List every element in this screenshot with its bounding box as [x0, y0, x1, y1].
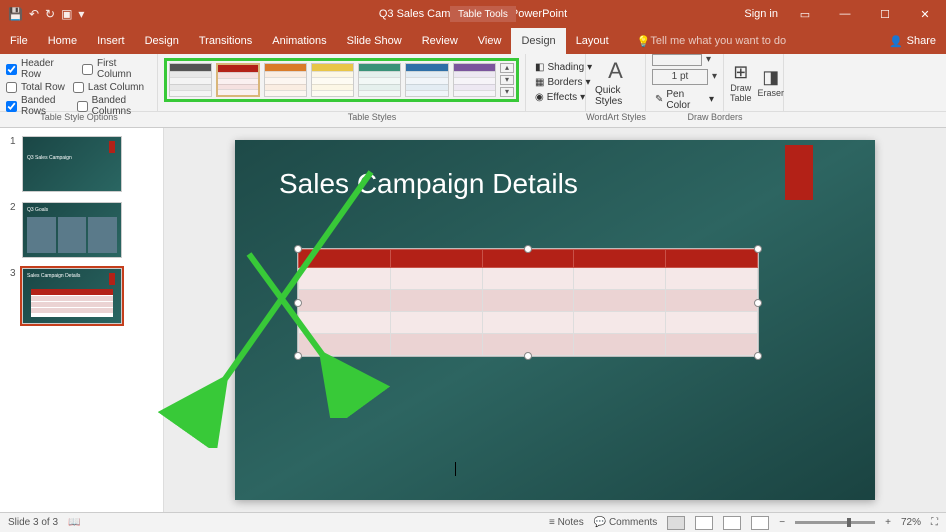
ribbon: Header Row First Column Total Row Last C…: [0, 54, 946, 112]
table-object[interactable]: [297, 248, 759, 357]
opt-first-column[interactable]: First Column: [82, 58, 151, 80]
table-style-swatch[interactable]: [216, 63, 259, 97]
slide-editor[interactable]: Sales Campaign Details: [164, 128, 946, 512]
tab-file[interactable]: File: [0, 28, 38, 54]
quick-access-toolbar: 💾 ↶ ↻ ▣ ▾: [0, 7, 84, 21]
notes-button[interactable]: ≡ Notes: [549, 517, 584, 528]
tab-table-layout[interactable]: Layout: [566, 28, 619, 54]
table-style-swatch[interactable]: [358, 63, 401, 97]
opt-last-column[interactable]: Last Column: [73, 82, 144, 93]
title-bar: 💾 ↶ ↻ ▣ ▾ Q3 Sales Campaign.pptx - Power…: [0, 0, 946, 28]
start-slideshow-icon[interactable]: ▣: [61, 7, 72, 21]
table-styles-gallery: ▴ ▾ ▾: [164, 58, 519, 102]
gallery-up-icon[interactable]: ▴: [500, 63, 514, 73]
slide-title-text[interactable]: Sales Campaign Details: [279, 168, 578, 200]
zoom-out-icon[interactable]: −: [779, 517, 785, 528]
ribbon-tabs: File Home Insert Design Transitions Anim…: [0, 28, 946, 54]
table-style-swatch[interactable]: [264, 63, 307, 97]
thumbnail-slide-1[interactable]: Q3 Sales Campaign: [22, 136, 122, 192]
borders-button[interactable]: ▦ Borders ▾: [532, 76, 579, 89]
fit-to-window-icon[interactable]: ⛶: [931, 517, 938, 528]
tell-me-search[interactable]: 💡 Tell me what you want to do: [627, 28, 796, 54]
group-label-wordart: WordArt Styles: [586, 112, 646, 127]
group-label-styles: Table Styles: [158, 112, 586, 127]
qat-more-icon[interactable]: ▾: [78, 7, 84, 21]
eraser-button[interactable]: ◨Eraser: [758, 67, 785, 98]
wordart-preview[interactable]: A: [608, 58, 623, 84]
current-slide[interactable]: Sales Campaign Details: [235, 140, 875, 500]
table-style-swatch[interactable]: [169, 63, 212, 97]
maximize-icon[interactable]: ☐: [872, 0, 898, 28]
status-bar: Slide 3 of 3 📖 ≡ Notes 💬 Comments − + 72…: [0, 512, 946, 532]
gallery-more-icon[interactable]: ▾: [500, 87, 514, 97]
tab-insert[interactable]: Insert: [87, 28, 135, 54]
ribbon-display-icon[interactable]: ▭: [792, 0, 818, 28]
opt-total-row[interactable]: Total Row: [6, 82, 65, 93]
spellcheck-icon[interactable]: 📖: [68, 517, 80, 528]
thumbnail-slide-3[interactable]: Sales Campaign Details: [22, 268, 122, 324]
share-button[interactable]: 👤 Share: [889, 35, 936, 48]
table-style-swatch[interactable]: [311, 63, 354, 97]
draw-table-button[interactable]: ⊞Draw Table: [730, 62, 752, 103]
gallery-down-icon[interactable]: ▾: [500, 75, 514, 85]
opt-banded-columns[interactable]: Banded Columns: [77, 95, 151, 117]
close-icon[interactable]: ✕: [912, 0, 938, 28]
slide-thumbnails-panel[interactable]: 1 Q3 Sales Campaign 2 Q3 Goals 3 Sales C…: [0, 128, 164, 512]
table-style-swatch[interactable]: [405, 63, 448, 97]
sorter-view-icon[interactable]: [695, 516, 713, 530]
minimize-icon[interactable]: —: [832, 0, 858, 28]
text-cursor: [455, 462, 456, 476]
opt-header-row[interactable]: Header Row: [6, 58, 74, 80]
tab-table-design[interactable]: Design: [511, 28, 565, 54]
thumbnail-slide-2[interactable]: Q3 Goals: [22, 202, 122, 258]
contextual-tab-label: Table Tools: [450, 6, 516, 22]
pen-color-button[interactable]: ✎ Pen Color ▾: [652, 88, 717, 112]
zoom-level[interactable]: 72%: [901, 517, 921, 528]
slideshow-view-icon[interactable]: [751, 516, 769, 530]
accent-shape[interactable]: [785, 145, 813, 200]
shading-button[interactable]: ◧ Shading ▾: [532, 61, 579, 74]
tab-transitions[interactable]: Transitions: [189, 28, 262, 54]
tab-animations[interactable]: Animations: [262, 28, 336, 54]
opt-banded-rows[interactable]: Banded Rows: [6, 95, 69, 117]
undo-icon[interactable]: ↶: [29, 7, 39, 21]
tab-review[interactable]: Review: [412, 28, 468, 54]
normal-view-icon[interactable]: [667, 516, 685, 530]
zoom-slider[interactable]: [795, 521, 875, 524]
effects-button[interactable]: ◉ Effects ▾: [532, 91, 579, 104]
tab-home[interactable]: Home: [38, 28, 87, 54]
slide-counter[interactable]: Slide 3 of 3: [8, 517, 58, 528]
save-icon[interactable]: 💾: [8, 7, 23, 21]
tab-design[interactable]: Design: [135, 28, 189, 54]
tab-slideshow[interactable]: Slide Show: [337, 28, 412, 54]
zoom-in-icon[interactable]: +: [885, 517, 891, 528]
reading-view-icon[interactable]: [723, 516, 741, 530]
pen-weight-dropdown[interactable]: 1 pt ▾: [652, 69, 717, 85]
tab-view[interactable]: View: [468, 28, 512, 54]
table-style-swatch[interactable]: [453, 63, 496, 97]
redo-icon[interactable]: ↻: [45, 7, 55, 21]
quick-styles-button[interactable]: Quick Styles: [592, 84, 639, 108]
group-label-drawborders: Draw Borders: [646, 112, 784, 127]
comments-button[interactable]: 💬 Comments: [594, 517, 658, 528]
sign-in-link[interactable]: Sign in: [744, 8, 778, 20]
workspace: 1 Q3 Sales Campaign 2 Q3 Goals 3 Sales C…: [0, 128, 946, 512]
